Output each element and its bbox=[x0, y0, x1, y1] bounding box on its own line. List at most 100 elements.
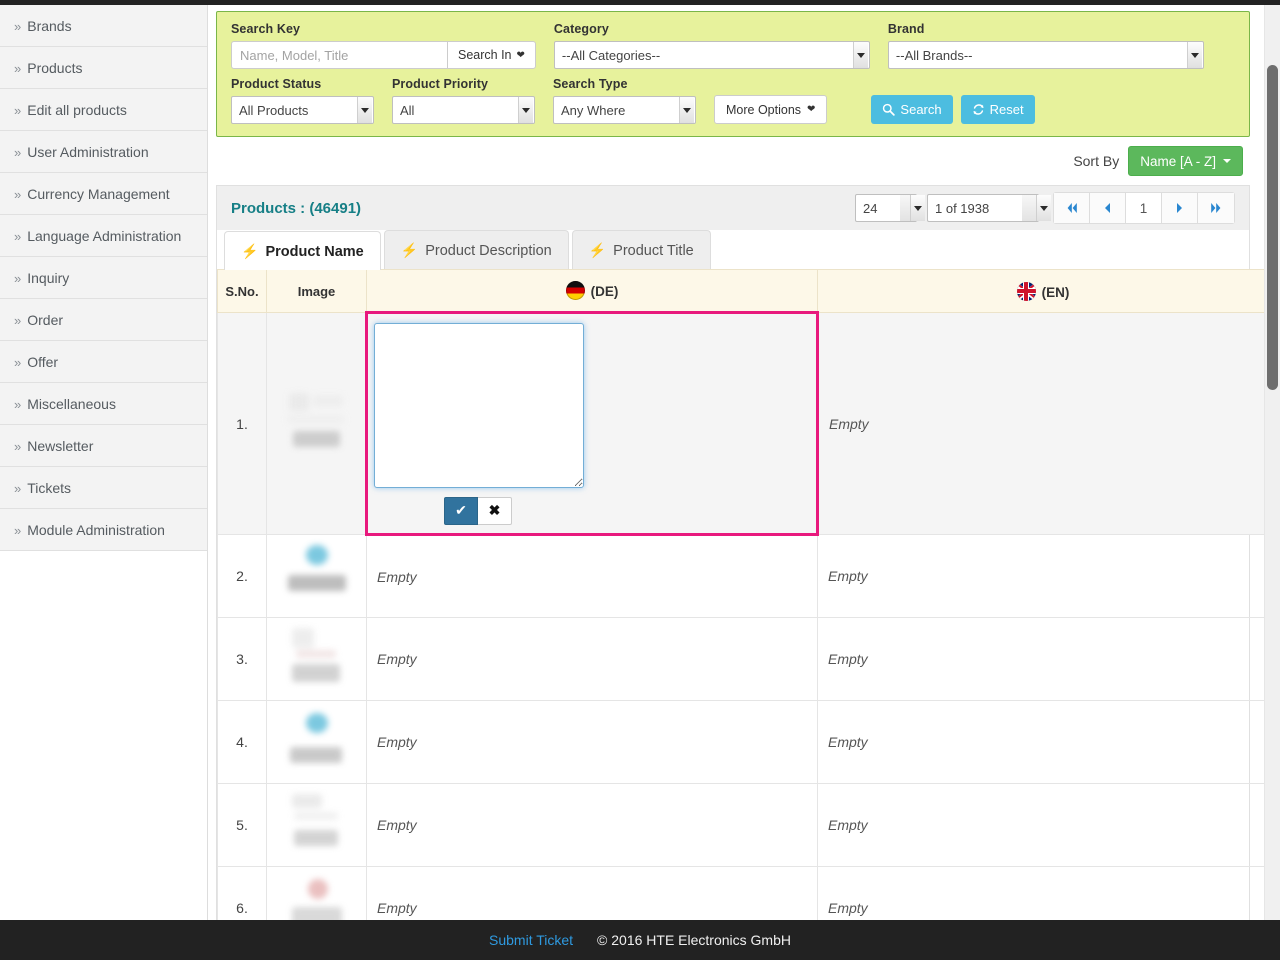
row-serial-number: 2. bbox=[217, 534, 267, 618]
row-en-cell[interactable]: Empty bbox=[817, 783, 1264, 867]
category-select-wrap: --All Categories-- bbox=[553, 41, 870, 69]
chevron-right-icon: » bbox=[14, 481, 22, 496]
row-serial-number: 4. bbox=[217, 700, 267, 784]
reset-button[interactable]: Reset bbox=[960, 95, 1035, 124]
sidebar-item-products[interactable]: » Products bbox=[0, 47, 207, 89]
lightning-bolt-icon: ⚡ bbox=[588, 242, 607, 258]
sidebar-item-edit-all-products[interactable]: » Edit all products bbox=[0, 89, 207, 131]
brand-select-wrap: --All Brands-- bbox=[887, 41, 1204, 69]
row-en-cell[interactable]: Empty bbox=[817, 312, 1264, 535]
row-en-cell[interactable]: Empty bbox=[817, 700, 1264, 784]
search-button[interactable]: Search bbox=[871, 95, 953, 124]
search-input[interactable] bbox=[231, 41, 447, 69]
tab-bar: ⚡ Product Name ⚡ Product Description ⚡ P… bbox=[216, 230, 1250, 270]
more-options-button[interactable]: More Options ❤ bbox=[714, 95, 828, 124]
sidebar-item-language-administration[interactable]: » Language Administration bbox=[0, 215, 207, 257]
column-header-sno: S.No. bbox=[217, 269, 267, 313]
sidebar-item-newsletter[interactable]: » Newsletter bbox=[0, 425, 207, 467]
sidebar-item-user-administration[interactable]: » User Administration bbox=[0, 131, 207, 173]
chevron-right-icon: » bbox=[14, 145, 22, 160]
chevron-down-icon: ❤ bbox=[807, 104, 816, 115]
table-row: 5. Empty Empty bbox=[217, 783, 1264, 867]
chevron-left-icon bbox=[1105, 203, 1110, 213]
sidebar: » Brands » Products » Edit all products » Us… bbox=[0, 5, 208, 920]
row-de-cell[interactable]: Empty bbox=[366, 700, 818, 784]
sidebar-item-inquiry[interactable]: » Inquiry bbox=[0, 257, 207, 299]
row-de-cell[interactable]: Empty bbox=[366, 534, 818, 618]
sidebar-item-order[interactable]: » Order bbox=[0, 299, 207, 341]
product-status-select[interactable]: All Products bbox=[231, 96, 374, 124]
sidebar-filler bbox=[0, 551, 207, 911]
pager-last-button[interactable] bbox=[1198, 193, 1234, 223]
row-image-cell bbox=[266, 617, 367, 701]
search-type-select-wrap: Any Where bbox=[553, 96, 696, 124]
page-of-select[interactable]: 1 of 1938 bbox=[927, 194, 1039, 222]
tab-product-description[interactable]: ⚡ Product Description bbox=[383, 230, 569, 269]
chevron-right-icon: » bbox=[14, 19, 22, 34]
sidebar-item-label: Edit all products bbox=[27, 102, 127, 118]
table-row: 4. Empty Empty bbox=[217, 700, 1264, 784]
en-value: Empty bbox=[828, 734, 868, 750]
lightning-bolt-icon: ⚡ bbox=[400, 242, 419, 258]
row-image-cell bbox=[266, 700, 367, 784]
row-de-cell[interactable]: Empty bbox=[366, 617, 818, 701]
row-serial-number: 6. bbox=[217, 866, 267, 920]
sidebar-item-offer[interactable]: » Offer bbox=[0, 341, 207, 383]
column-header-image: Image bbox=[266, 269, 367, 313]
brand-select[interactable]: --All Brands-- bbox=[887, 41, 1204, 69]
page-scrollbar-track[interactable] bbox=[1264, 5, 1280, 920]
de-value: Empty bbox=[377, 900, 417, 916]
product-priority-select-wrap: All bbox=[392, 96, 535, 124]
tab-label: Product Name bbox=[265, 243, 364, 260]
pager-current-page[interactable]: 1 bbox=[1126, 193, 1162, 223]
per-page-select[interactable]: 24 bbox=[855, 194, 917, 222]
pagination-tools: 24 1 of 1938 1 bbox=[855, 192, 1235, 224]
search-type-select[interactable]: Any Where bbox=[553, 96, 696, 124]
row-en-cell[interactable]: Empty bbox=[817, 866, 1264, 920]
pager: 1 bbox=[1053, 192, 1235, 224]
category-select[interactable]: --All Categories-- bbox=[553, 41, 870, 69]
sort-dropdown-button[interactable]: Name [A - Z] bbox=[1128, 146, 1243, 176]
footer: Submit Ticket © 2016 HTE Electronics Gmb… bbox=[0, 920, 1280, 960]
search-key-label: Search Key bbox=[231, 22, 301, 36]
row-de-cell[interactable]: Empty bbox=[366, 783, 818, 867]
products-table: S.No. Image (DE) (EN) 1. ✔ ✖ Empty 2. Em… bbox=[217, 269, 1264, 920]
product-priority-field: Product Priority All bbox=[392, 77, 535, 124]
sidebar-item-currency-management[interactable]: » Currency Management bbox=[0, 173, 207, 215]
check-icon: ✔ bbox=[455, 502, 467, 518]
search-row-1: Search Key Search In ❤ Category --All Ca… bbox=[217, 12, 1249, 73]
submit-ticket-link[interactable]: Submit Ticket bbox=[489, 932, 573, 948]
tab-product-title[interactable]: ⚡ Product Title bbox=[571, 230, 711, 269]
pager-next-button[interactable] bbox=[1162, 193, 1198, 223]
search-in-dropdown-button[interactable]: Search In ❤ bbox=[447, 41, 536, 69]
search-key-field: Search Key Search In ❤ bbox=[231, 22, 536, 69]
product-thumbnail bbox=[284, 624, 350, 694]
pager-first-button[interactable] bbox=[1054, 193, 1090, 223]
cancel-edit-button[interactable]: ✖ bbox=[478, 496, 512, 525]
sidebar-item-label: User Administration bbox=[27, 144, 149, 160]
sidebar-item-module-administration[interactable]: » Module Administration bbox=[0, 509, 207, 551]
category-label: Category bbox=[553, 22, 609, 36]
search-type-label: Search Type bbox=[553, 77, 628, 91]
confirm-edit-button[interactable]: ✔ bbox=[444, 496, 478, 525]
chevron-down-icon: ❤ bbox=[516, 49, 525, 61]
row-en-cell[interactable]: Empty bbox=[817, 617, 1264, 701]
en-value: Empty bbox=[828, 568, 868, 584]
de-name-textarea[interactable] bbox=[374, 322, 584, 488]
row-en-cell[interactable]: Empty bbox=[817, 534, 1264, 618]
sort-value: Name [A - Z] bbox=[1140, 153, 1216, 169]
double-chevron-left-icon bbox=[1067, 203, 1077, 213]
product-status-label: Product Status bbox=[231, 77, 322, 91]
tab-label: Product Title bbox=[613, 242, 694, 259]
refresh-icon bbox=[972, 103, 985, 116]
product-priority-select[interactable]: All bbox=[392, 96, 535, 124]
sidebar-item-tickets[interactable]: » Tickets bbox=[0, 467, 207, 509]
chevron-right-icon: » bbox=[14, 355, 22, 370]
pager-prev-button[interactable] bbox=[1090, 193, 1126, 223]
sidebar-item-brands[interactable]: » Brands bbox=[0, 5, 207, 47]
page-scrollbar-thumb[interactable] bbox=[1267, 65, 1278, 390]
row-de-cell[interactable]: Empty bbox=[366, 866, 818, 920]
tab-product-name[interactable]: ⚡ Product Name bbox=[224, 231, 381, 270]
search-in-label: Search In bbox=[458, 48, 512, 62]
sidebar-item-miscellaneous[interactable]: » Miscellaneous bbox=[0, 383, 207, 425]
